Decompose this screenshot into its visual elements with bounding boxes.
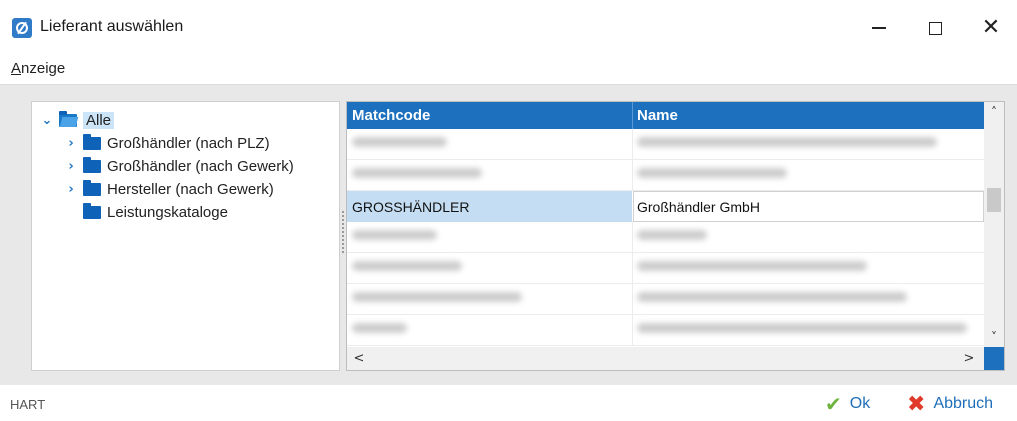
redacted-name — [637, 292, 907, 302]
scroll-right-icon[interactable]: > — [959, 347, 979, 370]
menu-accelerator: A — [11, 60, 22, 77]
table-row[interactable] — [347, 222, 984, 253]
redacted-name — [637, 261, 867, 271]
folder-icon — [83, 179, 101, 196]
redacted-name — [637, 137, 937, 147]
redacted-name — [637, 323, 967, 333]
close-icon: ✕ — [981, 15, 1001, 40]
redacted-matchcode — [352, 168, 482, 178]
tree-item-label: Alle — [83, 111, 115, 129]
redacted-matchcode — [352, 261, 462, 271]
footer-label: HART — [10, 397, 46, 412]
scroll-down-icon[interactable]: ˅ — [984, 327, 1004, 347]
redacted-matchcode — [352, 137, 447, 147]
column-header-matchcode[interactable]: Matchcode — [352, 107, 430, 124]
tree-item-label: Großhändler (nach Gewerk) — [107, 157, 294, 175]
scroll-up-icon[interactable]: ˄ — [984, 102, 1004, 122]
folder-icon — [83, 202, 101, 219]
supplier-grid: Matchcode Name GROSSHÄNDLER Großhändler … — [346, 101, 1005, 371]
scrollbar-thumb[interactable] — [987, 188, 1001, 212]
minimize-button[interactable] — [856, 10, 902, 46]
tree-item-label: Hersteller (nach Gewerk) — [107, 180, 274, 198]
tree-item-label: Großhändler (nach PLZ) — [107, 134, 270, 152]
table-row[interactable] — [347, 129, 984, 160]
table-row[interactable] — [347, 160, 984, 191]
redacted-name — [637, 168, 787, 178]
cancel-button[interactable]: ✖ Abbruch — [907, 391, 994, 417]
column-separator[interactable] — [632, 102, 633, 129]
menu-item-label: nzeige — [21, 60, 66, 77]
folder-icon — [83, 156, 101, 173]
tree-item-leistungskataloge[interactable]: Leistungskataloge — [83, 201, 228, 223]
maximize-button[interactable] — [912, 10, 958, 46]
title-bar: Lieferant auswählen ✕ — [0, 0, 1017, 56]
folder-icon — [83, 133, 101, 150]
cancel-x-icon: ✖ — [907, 391, 926, 417]
table-row[interactable] — [347, 253, 984, 284]
table-row[interactable] — [347, 284, 984, 315]
tree-item-grosshaendler-gewerk[interactable]: › Großhändler (nach Gewerk) — [64, 155, 294, 177]
menu-item-anzeige[interactable]: Anzeige — [11, 60, 65, 77]
chevron-down-icon[interactable]: ⌄ — [40, 113, 54, 128]
minimize-icon — [872, 27, 886, 29]
tree-item-alle[interactable]: ⌄ Alle — [40, 109, 115, 131]
grid-header: Matchcode Name — [347, 102, 984, 129]
category-tree: ⌄ Alle › Großhändler (nach PLZ) › Großhä… — [31, 101, 340, 371]
ok-label: Ok — [849, 395, 871, 412]
tree-item-grosshaendler-plz[interactable]: › Großhändler (nach PLZ) — [64, 132, 270, 154]
cell-name: Großhändler GmbH — [637, 199, 760, 215]
column-header-name[interactable]: Name — [637, 107, 678, 124]
scrollbar-corner — [984, 347, 1004, 370]
folder-open-icon — [59, 110, 77, 127]
chevron-right-icon[interactable]: › — [64, 136, 78, 151]
chevron-right-icon[interactable]: › — [64, 159, 78, 174]
redacted-matchcode — [352, 230, 437, 240]
splitter-grip — [342, 211, 344, 255]
chevron-right-icon[interactable]: › — [64, 182, 78, 197]
table-row-selected[interactable]: GROSSHÄNDLER Großhändler GmbH — [347, 191, 984, 222]
tree-item-hersteller-gewerk[interactable]: › Hersteller (nach Gewerk) — [64, 178, 274, 200]
vertical-scrollbar[interactable]: ˄ ˅ — [984, 102, 1004, 347]
checkmark-icon: ✔ — [825, 392, 842, 416]
redacted-matchcode — [352, 323, 407, 333]
ok-button[interactable]: ✔ Ok — [825, 392, 871, 416]
maximize-icon — [928, 21, 942, 35]
scroll-left-icon[interactable]: < — [349, 347, 369, 370]
redacted-matchcode — [352, 292, 522, 302]
close-button[interactable]: ✕ — [968, 10, 1014, 46]
app-logo-icon — [12, 18, 32, 38]
menu-bar: Anzeige — [0, 56, 1017, 84]
cancel-label: Abbruch — [933, 395, 994, 412]
horizontal-scrollbar[interactable]: < > — [347, 347, 984, 370]
redacted-name — [637, 230, 707, 240]
table-row[interactable] — [347, 315, 984, 346]
dialog-footer: HART ✔ Ok ✖ Abbruch — [0, 385, 1017, 421]
cell-matchcode: GROSSHÄNDLER — [352, 199, 470, 215]
tree-item-label: Leistungskataloge — [107, 203, 228, 221]
window-title: Lieferant auswählen — [40, 18, 184, 35]
content-area: ⌄ Alle › Großhändler (nach PLZ) › Großhä… — [0, 84, 1017, 385]
